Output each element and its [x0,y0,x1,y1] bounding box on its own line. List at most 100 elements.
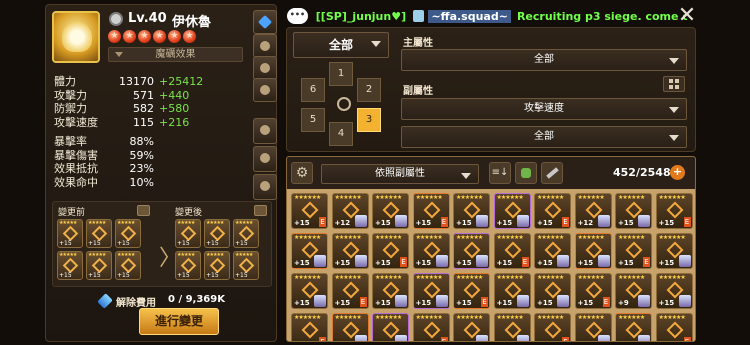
close-button[interactable]: ✕ [676,5,698,28]
slot-button-2[interactable]: 2 [357,78,381,102]
rune-card[interactable]: ★★★★★★ +15 E [291,193,328,229]
stars-icon: ★★★★★★ [334,234,362,241]
rune-card[interactable]: ★★★★★★ +12 [331,193,369,229]
rune-card[interactable]: ★★★★★★ +15 E [534,193,571,229]
settings-button[interactable]: ⚙ [291,162,313,184]
rune-card[interactable]: ★★★★★★ [453,313,490,341]
monster-portrait[interactable] [52,11,100,63]
slot-button-3[interactable]: 3 [357,108,381,132]
sort-dropdown[interactable]: 依照副屬性 [321,164,479,184]
rune-card[interactable]: ★★★★★★ [493,313,531,341]
chat-ticker[interactable]: ••• [[SP]_junjun♥] ~ffa.squad~ Recruitin… [287,6,687,26]
rune-card[interactable]: ★★★★★★ +15 [534,233,571,269]
edit-button[interactable] [253,118,277,144]
stat-label: 暴擊傷害 [54,148,98,162]
rune-slot[interactable]: ★★★★★ +15 [204,219,230,248]
rune-card[interactable]: ★★★★★★ +15 E [453,273,490,309]
rune-slot[interactable]: ★★★★★ +15 [57,219,83,248]
rune-card[interactable]: ★★★★★★ E [291,313,328,341]
stars-icon: ★★★★★★ [496,194,524,201]
remove-runes-icon[interactable] [137,205,150,216]
monster-thumbnail-icon [314,295,326,307]
stars-icon: ★★★★★★ [334,194,362,201]
remove-runes-icon[interactable] [254,205,267,216]
rune-card[interactable]: ★★★★★★ +15 [372,273,409,309]
rune-slot[interactable]: ★★★★★ +15 [115,251,141,280]
rune-tab-button[interactable] [253,10,277,34]
triangle-down-icon [669,58,679,64]
rune-card[interactable]: ★★★★★★ +15 [291,233,328,269]
rune-card[interactable]: ★★★★★★ +15 [412,273,450,309]
slot-button-1[interactable]: 1 [329,62,353,86]
rune-card[interactable]: ★★★★★★ +15 [453,193,490,229]
stat-value: 115 [133,115,154,129]
rune-card[interactable]: ★★★★★★ +15 E [574,273,612,309]
rune-card[interactable]: ★★★★★★ +9 [615,273,652,309]
grid-view-button[interactable] [663,76,685,92]
rune-upgrade-button[interactable] [541,162,563,184]
unequip-all-button[interactable] [253,174,277,200]
rune-set-dropdown[interactable]: 全部 [293,32,389,58]
rune-slot[interactable]: ★★★★★ +15 [204,251,230,280]
slot-button-6[interactable]: 6 [301,78,325,102]
rune-card[interactable]: ★★★★★★ +15 [574,233,612,269]
monster-thumbnail-icon [395,335,407,341]
rune-card[interactable]: ★★★★★★ +15 [291,273,328,309]
rune-slot[interactable]: ★★★★★ +15 [86,251,112,280]
equipped-badge: E [562,337,569,341]
rune-card[interactable]: ★★★★★★ [372,313,409,341]
monster-thumbnail-icon [435,295,448,307]
rune-card[interactable]: ★★★★★★ +15 [331,233,369,269]
rune-slot[interactable]: ★★★★★ +15 [115,219,141,248]
equipped-badge: E [481,297,488,307]
preset-button[interactable] [253,146,277,172]
rune-card[interactable]: ★★★★★★ +15 E [493,233,531,269]
rune-slot[interactable]: ★★★★★ +15 [175,251,201,280]
gem-tab-button[interactable] [253,56,277,80]
rune-card[interactable]: ★★★★★★ +15 E [331,273,369,309]
main-stat-dropdown[interactable]: 全部 [401,49,687,71]
slot-button-5[interactable]: 5 [301,108,325,132]
rune-effect-dropdown[interactable]: 魔礪效果 [108,47,243,62]
apply-change-button[interactable]: 進行變更 [139,308,219,335]
stat-label: 效果命中 [54,175,98,189]
rune-bag-button[interactable] [515,162,537,184]
chat-bubble-icon[interactable]: ••• [287,8,308,24]
rune-card[interactable]: ★★★★★★ +12 [574,193,612,229]
rune-card[interactable]: ★★★★★★ +15 [534,273,571,309]
rune-card[interactable]: ★★★★★★ +15 E [615,233,652,269]
rune-card[interactable]: ★★★★★★ [615,313,652,341]
rune-card[interactable]: ★★★★★★ +15 [655,273,693,309]
rune-card[interactable]: ★★★★★★ E [412,313,450,341]
rune-card[interactable]: ★★★★★★ +15 [453,233,490,269]
rune-card[interactable]: ★★★★★★ +15 [655,233,693,269]
rune-card[interactable]: ★★★★★★ +15 [615,193,652,229]
rune-card[interactable]: ★★★★★★ +15 E [655,193,693,229]
star-icon: ★ [183,30,196,43]
sort-order-button[interactable]: ≡↓ [489,162,511,184]
rune-card[interactable]: ★★★★★★ [574,313,612,341]
rune-slot[interactable]: ★★★★★ +15 [233,251,259,280]
rune-slot[interactable]: ★★★★★ +15 [57,251,83,280]
rune-card[interactable]: ★★★★★★ [331,313,369,341]
rune-slot[interactable]: ★★★★★ +15 [86,219,112,248]
slot-button-4[interactable]: 4 [329,122,353,146]
expand-inventory-button[interactable]: + [670,165,685,180]
rune-slot[interactable]: ★★★★★ +15 [175,219,201,248]
rune-card[interactable]: ★★★★★★ +15 [493,193,531,229]
rune-card[interactable]: ★★★★★★ E [534,313,571,341]
sub-stat-dropdown-2[interactable]: 全部 [401,126,687,148]
stat-label: 攻擊速度 [54,115,98,129]
rune-glyph-icon [120,225,137,242]
link-tab-button[interactable] [253,78,277,102]
rune-card[interactable]: ★★★★★★ +15 [412,233,450,269]
sub-stat-dropdown-1[interactable]: 攻擊速度 [401,98,687,120]
grind-tab-button[interactable] [253,34,277,58]
rune-slot[interactable]: ★★★★★ +15 [233,219,259,248]
rune-card[interactable]: ★★★★★★ +15 [372,193,409,229]
rune-card[interactable]: ★★★★★★ +15 E [412,193,450,229]
rune-card[interactable]: ★★★★★★ E [655,313,693,341]
rune-card[interactable]: ★★★★★★ +15 [493,273,531,309]
rune-glyph-icon [666,321,683,339]
rune-card[interactable]: ★★★★★★ +15 E [372,233,409,269]
